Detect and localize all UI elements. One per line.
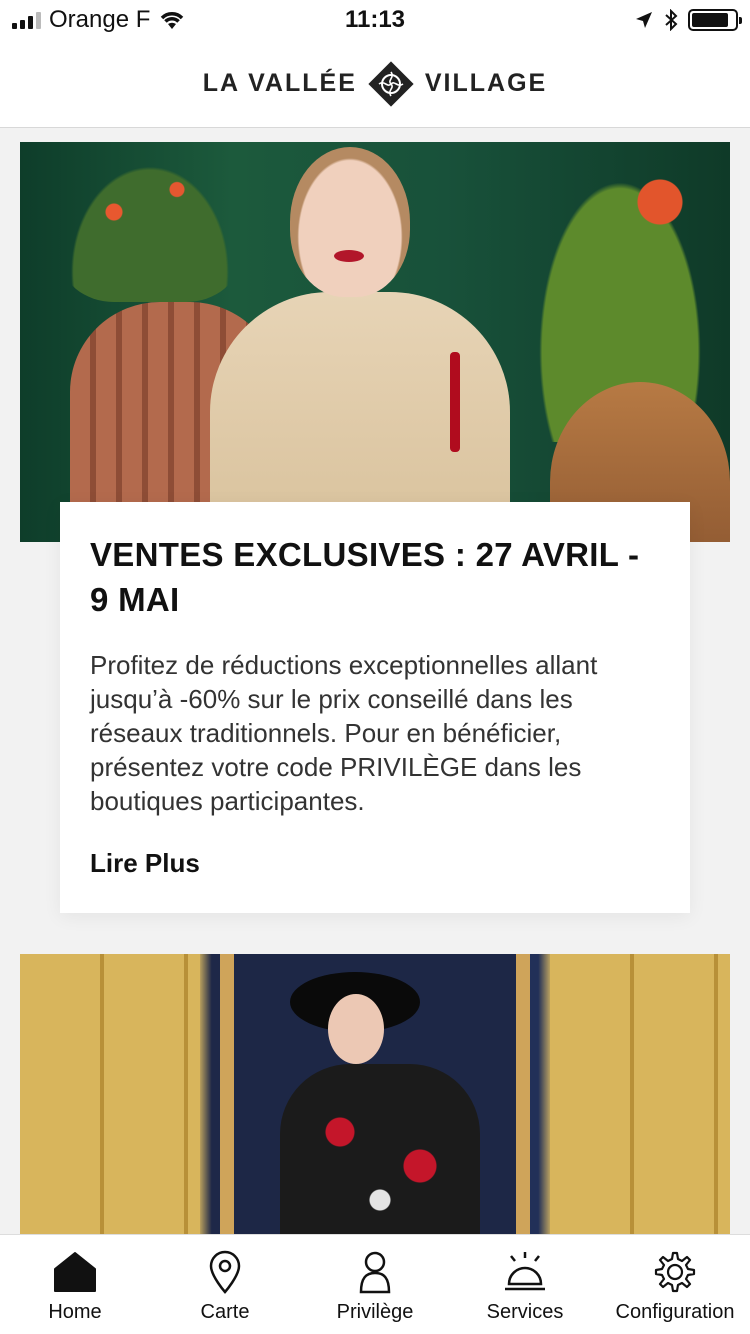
brand-left-text: LA VALLÉE xyxy=(202,69,357,97)
article-title: VENTES EXCLUSIVES : 27 AVRIL - 9 MAI xyxy=(90,536,640,618)
app-header: LA VALLÉE VILLAGE xyxy=(0,40,750,128)
ornament-logo-icon xyxy=(365,58,417,110)
article-card[interactable]: VENTES EXCLUSIVES : 27 AVRIL - 9 MAI Pro… xyxy=(60,502,690,913)
home-icon xyxy=(50,1249,100,1295)
location-arrow-icon xyxy=(636,12,652,28)
map-pin-icon xyxy=(200,1249,250,1295)
battery-icon xyxy=(688,9,742,31)
tab-services[interactable]: Services xyxy=(450,1235,600,1334)
hero-image-exclusive-sales[interactable] xyxy=(20,142,730,542)
status-right xyxy=(634,9,742,31)
model-face xyxy=(328,994,384,1064)
tab-label: Carte xyxy=(200,1301,250,1323)
tab-label: Configuration xyxy=(615,1301,735,1323)
tab-configuration[interactable]: Configuration xyxy=(600,1235,750,1334)
bottom-tab-bar: Home Carte Privilège Services Configurat… xyxy=(0,1234,750,1334)
brand-right-text: VILLAGE xyxy=(424,69,548,97)
tassel-shape xyxy=(450,352,460,452)
read-more-link[interactable]: Lire Plus xyxy=(90,848,200,879)
floral-dress-shape xyxy=(280,1064,480,1234)
model-lips xyxy=(334,250,364,262)
battery-fill xyxy=(692,13,728,27)
tab-privilege[interactable]: Privilège xyxy=(300,1235,450,1334)
plant-decoration xyxy=(60,152,240,302)
gear-icon xyxy=(650,1249,700,1295)
tab-label: Services xyxy=(486,1301,564,1323)
carrier-label: Orange F xyxy=(49,6,151,33)
bluetooth-icon xyxy=(665,9,678,31)
service-bell-icon xyxy=(500,1249,550,1295)
tab-label: Privilège xyxy=(336,1301,414,1323)
article-body: Profitez de réductions exceptionnelles a… xyxy=(90,650,598,816)
signal-icon xyxy=(12,11,41,29)
tab-home[interactable]: Home xyxy=(0,1235,150,1334)
model-head xyxy=(290,147,410,297)
wifi-icon xyxy=(161,12,184,29)
tab-carte[interactable]: Carte xyxy=(150,1235,300,1334)
status-left: Orange F xyxy=(12,6,186,34)
status-bar: Orange F 11:13 xyxy=(0,0,750,40)
tab-label: Home xyxy=(48,1301,102,1323)
gold-panel xyxy=(20,954,200,1234)
gold-panel xyxy=(550,954,730,1234)
person-icon xyxy=(350,1249,400,1295)
hero-image-second-article[interactable] xyxy=(20,954,730,1234)
